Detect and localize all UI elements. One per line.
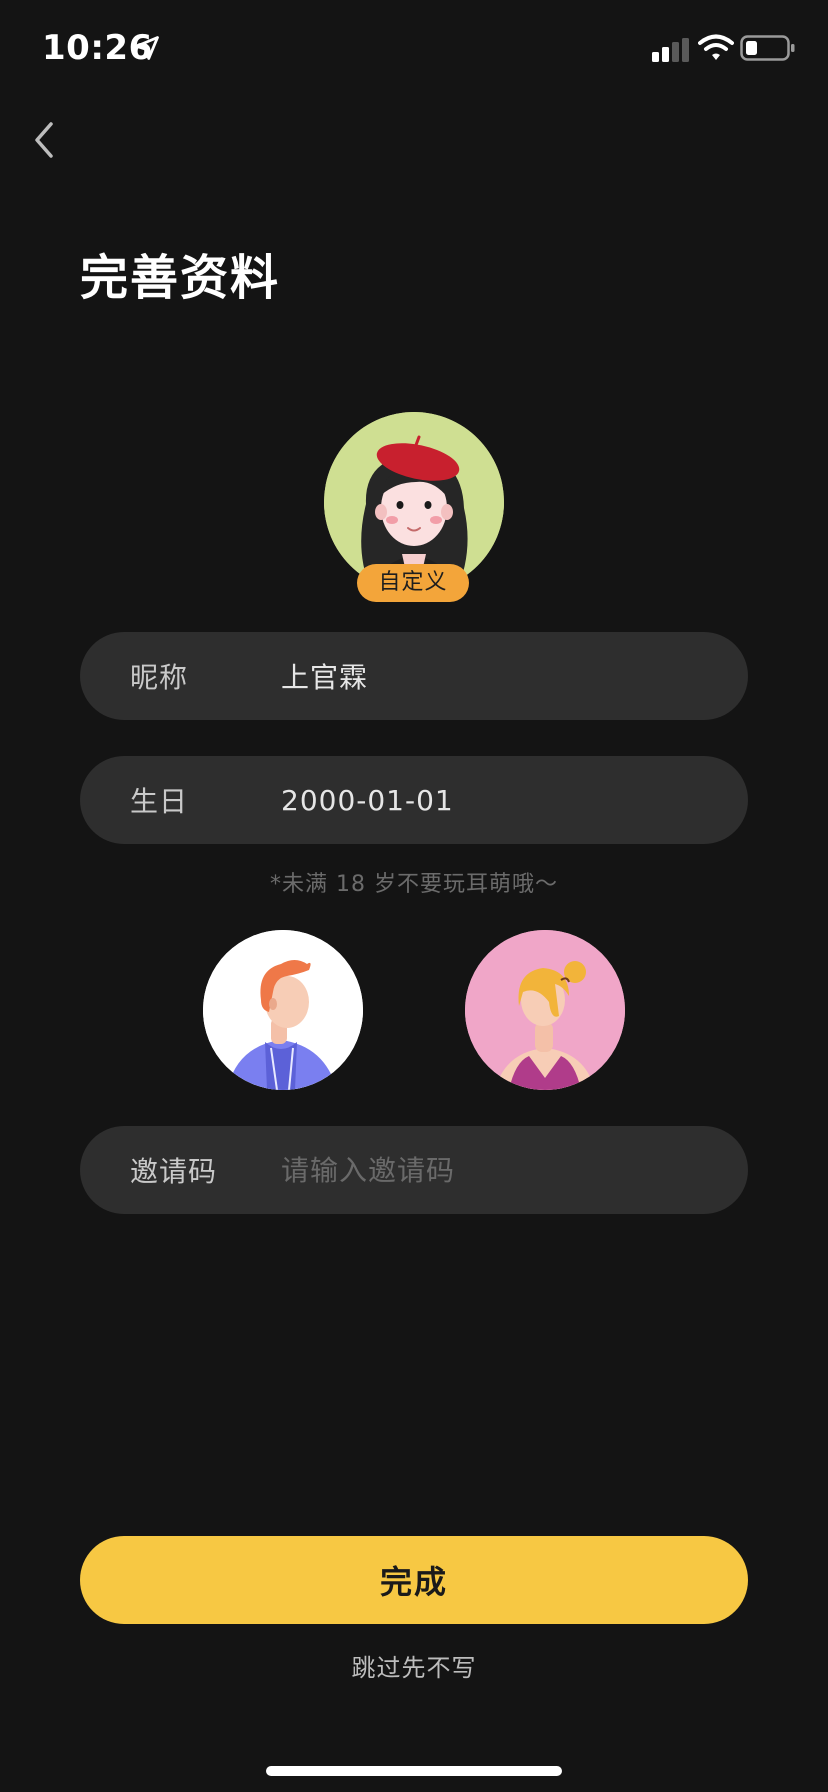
gender-male-option[interactable] <box>203 930 363 1090</box>
invite-code-label: 邀请码 <box>130 1155 218 1188</box>
female-avatar-illustration <box>465 930 625 1090</box>
battery-icon <box>740 35 795 61</box>
invite-code-input[interactable] <box>281 1140 701 1200</box>
wifi-icon <box>698 34 734 60</box>
male-avatar-illustration <box>203 930 363 1090</box>
avatar-picker[interactable]: 自定义 <box>324 412 504 602</box>
birthday-value[interactable]: 2000-01-01 <box>281 784 454 817</box>
signal-icon <box>652 38 689 62</box>
custom-avatar-badge[interactable]: 自定义 <box>357 564 469 602</box>
nickname-field[interactable]: 昵称 上官霖 <box>80 632 748 720</box>
gender-female-option[interactable] <box>465 930 625 1090</box>
profile-setup-screen: 10:26 完善资料 自定义 昵称 上官霖 生日 2000-01-01 *未满 … <box>0 0 828 1792</box>
location-arrow-icon <box>135 36 159 60</box>
done-button[interactable]: 完成 <box>80 1536 748 1624</box>
age-hint: *未满 18 岁不要玩耳萌哦～ <box>270 872 558 897</box>
page-title: 完善资料 <box>80 250 281 306</box>
nickname-value[interactable]: 上官霖 <box>281 656 368 696</box>
home-indicator <box>266 1766 562 1776</box>
back-button[interactable] <box>24 114 64 166</box>
invite-code-field[interactable]: 邀请码 <box>80 1126 748 1214</box>
chevron-left-icon <box>35 122 53 158</box>
skip-link[interactable]: 跳过先不写 <box>0 1648 828 1683</box>
nickname-label: 昵称 <box>130 661 189 694</box>
birthday-field[interactable]: 生日 2000-01-01 <box>80 756 748 844</box>
birthday-label: 生日 <box>130 785 189 818</box>
